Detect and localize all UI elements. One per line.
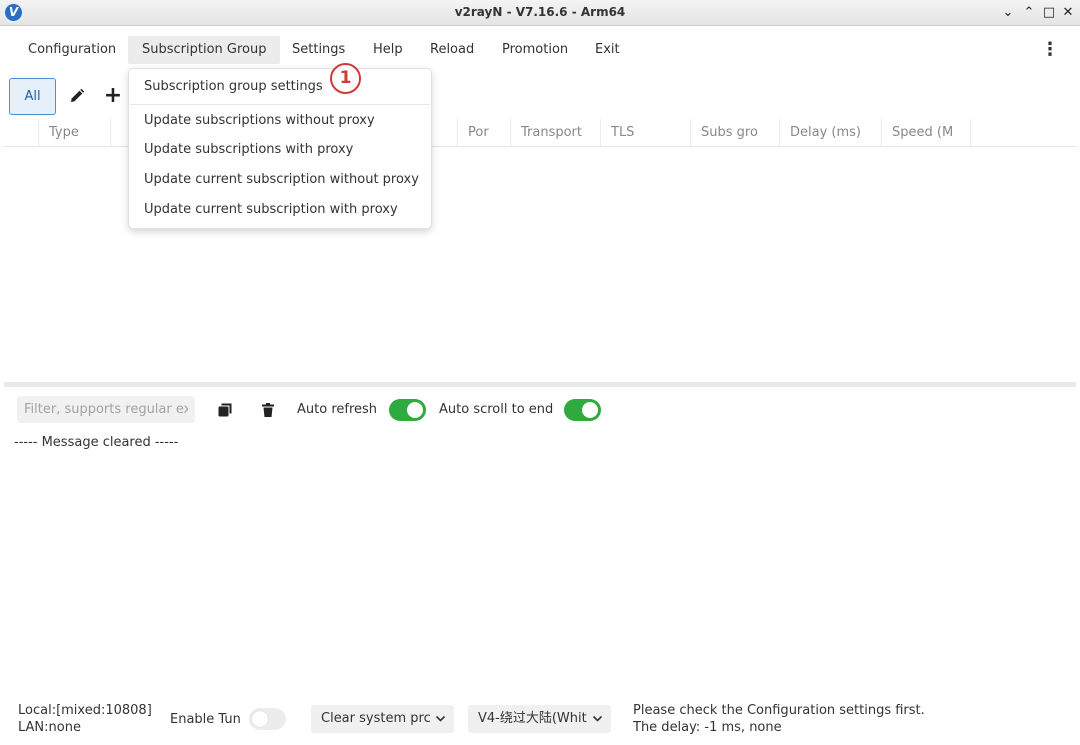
annotation-marker: 1 xyxy=(330,63,361,94)
subscription-group-dropdown: Subscription group settings Update subsc… xyxy=(128,68,432,229)
status-message-line2: The delay: -1 ms, none xyxy=(633,720,782,735)
close-button[interactable]: ✕ xyxy=(1060,4,1076,21)
menu-item-update-subs-without-proxy[interactable]: Update subscriptions without proxy xyxy=(144,108,375,134)
toggle-knob xyxy=(407,402,423,418)
panel-splitter[interactable] xyxy=(4,382,1076,387)
menu-configuration[interactable]: Configuration xyxy=(14,36,130,64)
local-port-status: Local:[mixed:10808] xyxy=(18,703,152,718)
menu-promotion[interactable]: Promotion xyxy=(488,36,582,64)
chevron-down-icon xyxy=(435,705,446,733)
toggle-knob xyxy=(252,711,268,727)
enable-tun-label: Enable Tun xyxy=(170,712,241,727)
menu-item-update-current-with-proxy[interactable]: Update current subscription with proxy xyxy=(144,197,398,223)
auto-scroll-toggle[interactable] xyxy=(564,399,601,421)
auto-refresh-toggle[interactable] xyxy=(389,399,426,421)
trash-icon[interactable] xyxy=(257,399,279,421)
chevron-down-icon xyxy=(592,705,603,733)
column-speed[interactable]: Speed (M xyxy=(881,119,971,147)
menu-exit[interactable]: Exit xyxy=(581,36,634,64)
plus-icon[interactable]: + xyxy=(101,84,125,108)
window-title: v2rayN - V7.16.6 - Arm64 xyxy=(454,5,626,19)
column-tls[interactable]: TLS xyxy=(600,119,690,147)
menu-help[interactable]: Help xyxy=(359,36,417,64)
menu-item-update-subs-with-proxy[interactable]: Update subscriptions with proxy xyxy=(144,137,353,163)
copy-icon[interactable] xyxy=(214,399,236,421)
auto-refresh-label: Auto refresh xyxy=(297,402,378,417)
system-proxy-select[interactable]: Clear system prc xyxy=(311,705,454,733)
maximize-button[interactable]: □ xyxy=(1041,4,1057,21)
menu-item-subscription-group-settings[interactable]: Subscription group settings xyxy=(144,74,323,100)
routing-value: V4-绕过大陆(Whit xyxy=(478,711,587,726)
column-subs-group[interactable]: Subs gro xyxy=(690,119,779,147)
title-bar: V v2rayN - V7.16.6 - Arm64 ⌄ ⌃ □ ✕ xyxy=(0,0,1080,26)
restore-button[interactable]: ⌃ xyxy=(1021,4,1037,21)
menu-reload[interactable]: Reload xyxy=(416,36,488,64)
pencil-icon[interactable] xyxy=(65,84,89,108)
lan-status: LAN:none xyxy=(18,720,81,735)
column-port[interactable]: Por xyxy=(457,119,509,147)
status-message-line1: Please check the Configuration settings … xyxy=(633,703,925,718)
enable-tun-toggle[interactable] xyxy=(249,708,286,730)
auto-scroll-label: Auto scroll to end xyxy=(439,402,554,417)
column-type[interactable]: Type xyxy=(38,119,110,147)
menu-subscription-group[interactable]: Subscription Group xyxy=(128,36,281,64)
group-tab-all[interactable]: All xyxy=(9,78,56,115)
menu-item-update-current-without-proxy[interactable]: Update current subscription without prox… xyxy=(144,167,419,193)
routing-select[interactable]: V4-绕过大陆(Whit xyxy=(468,705,611,733)
toggle-knob xyxy=(582,402,598,418)
menu-separator xyxy=(130,104,430,105)
log-filter-input[interactable] xyxy=(17,396,195,423)
system-proxy-value: Clear system prc xyxy=(321,711,431,726)
column-transport[interactable]: Transport xyxy=(510,119,600,147)
menu-settings[interactable]: Settings xyxy=(278,36,359,64)
minimize-button[interactable]: ⌄ xyxy=(1000,4,1016,21)
log-message: ----- Message cleared ----- xyxy=(14,435,179,450)
column-hidden[interactable] xyxy=(110,119,130,147)
column-delay[interactable]: Delay (ms) xyxy=(779,119,881,147)
more-options-icon[interactable]: ⋮ xyxy=(1040,40,1060,60)
